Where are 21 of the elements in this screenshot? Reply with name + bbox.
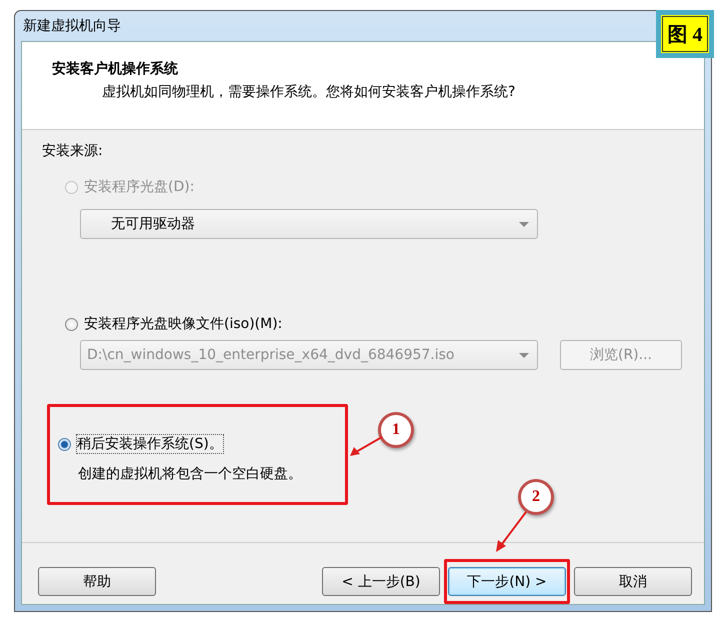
source-label: 安装来源:: [42, 142, 104, 160]
caret-icon: [519, 222, 529, 226]
radio-label: 稍后安装操作系统(S)。: [77, 435, 223, 453]
page-title: 安装客户机操作系统: [52, 60, 179, 78]
window-title: 新建虚拟机向导: [23, 17, 121, 35]
callout-badge: 2: [518, 479, 554, 515]
dialog-button[interactable]: 帮助: [38, 567, 156, 596]
option-note: 创建的虚拟机将包含一个空白硬盘。: [77, 465, 303, 483]
figure-label: 图 4: [656, 10, 714, 58]
caret-icon: [519, 352, 529, 358]
dialog-button[interactable]: 下一步(N) >: [448, 567, 566, 596]
callout-badge: 1: [378, 412, 414, 448]
dialog-button[interactable]: 取消: [574, 567, 692, 596]
radio-label: 安装程序光盘(D):: [84, 178, 194, 196]
page-subtitle: 虚拟机如同物理机，需要操作系统。您将如何安装客户机操作系统?: [101, 83, 516, 101]
radio-button[interactable]: [65, 318, 78, 330]
dialog-button[interactable]: < 上一步(B): [322, 567, 440, 596]
callout-arrow: [350, 436, 382, 456]
radio-label: 安装程序光盘映像文件(iso)(M):: [84, 315, 282, 333]
radio-button[interactable]: [58, 438, 71, 450]
callout-arrow: [496, 511, 527, 552]
